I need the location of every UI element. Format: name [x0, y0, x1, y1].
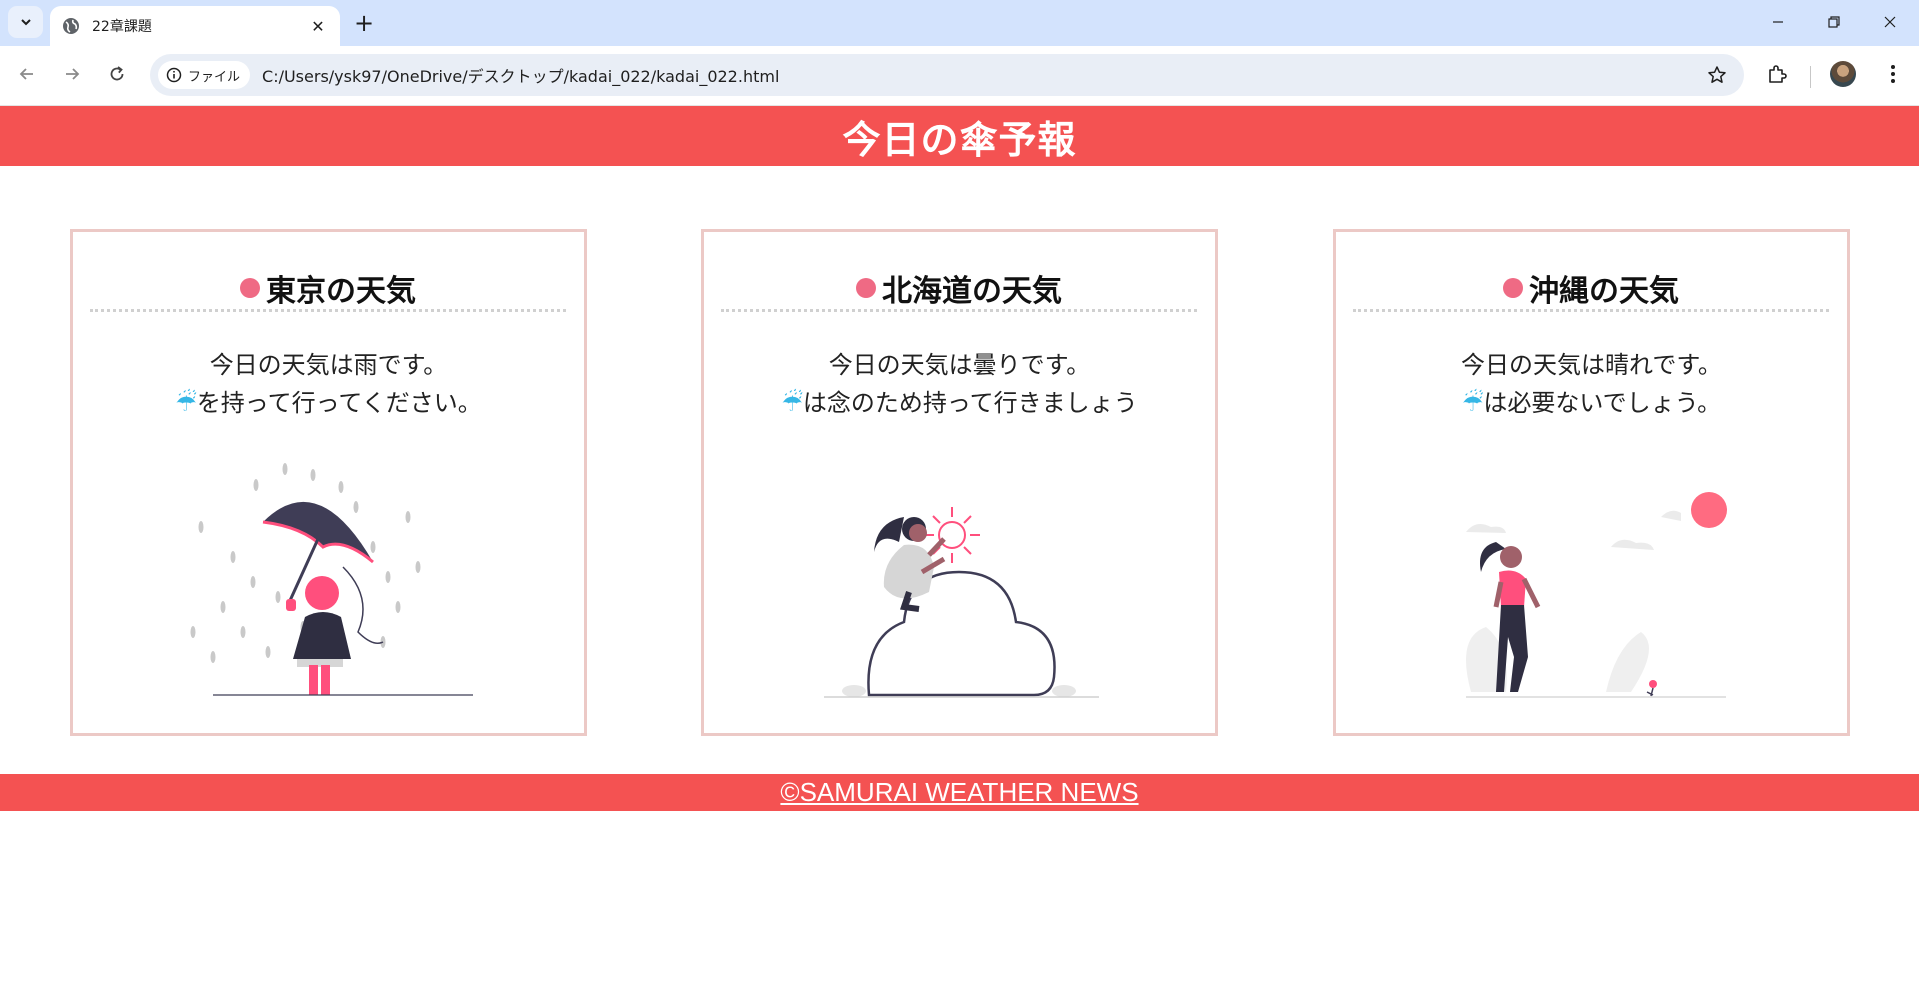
avatar — [1830, 61, 1856, 87]
bullet-dot-icon — [240, 277, 260, 298]
puzzle-icon — [1769, 65, 1787, 83]
close-icon — [1884, 16, 1896, 28]
umbrella-icon: ☔ — [175, 389, 197, 417]
tab-search-button[interactable] — [8, 6, 43, 38]
site-info-chip[interactable]: ファイル — [158, 61, 251, 89]
address-bar[interactable]: ファイル C:/Users/ysk97/OneDrive/デスクトップ/kada… — [150, 54, 1744, 96]
advice-text: を持って行ってください。 — [196, 389, 482, 417]
browser-tab[interactable]: 22章課題 ✕ — [50, 6, 340, 46]
tab-strip: 22章課題 ✕ + — [0, 0, 1919, 46]
star-icon — [1708, 66, 1726, 83]
bullet-dot-icon — [856, 277, 876, 298]
card-heading: 沖縄の天気 — [1353, 272, 1829, 312]
globe-icon — [63, 18, 79, 34]
reload-button[interactable] — [100, 57, 134, 91]
advice-text: は念のため持って行きましょう — [802, 389, 1138, 417]
restore-icon — [1828, 16, 1840, 28]
forward-button[interactable] — [55, 57, 89, 91]
minimize-button[interactable] — [1750, 0, 1806, 44]
card-title: 沖縄の天気 — [1529, 273, 1679, 309]
site-header: 今日の傘予報 — [0, 106, 1919, 166]
umbrella-icon: ☔ — [781, 389, 803, 417]
arrow-right-icon — [66, 68, 80, 80]
footer-copyright-link[interactable]: ©SAMURAI WEATHER NEWS — [780, 777, 1138, 808]
extensions-button[interactable] — [1760, 57, 1794, 91]
forecast-line-1: 今日の天気は晴れです。 — [1461, 351, 1722, 379]
url-text[interactable]: C:/Users/ysk97/OneDrive/デスクトップ/kadai_022… — [262, 63, 779, 87]
browser-toolbar: ファイル C:/Users/ysk97/OneDrive/デスクトップ/kada… — [0, 46, 1919, 106]
forecast-line-2: ☔を持って行ってください。 — [73, 384, 584, 422]
advice-text: は必要ないでしょう。 — [1483, 389, 1722, 417]
new-tab-button[interactable]: + — [350, 9, 378, 37]
woman-walking-sunny-illustration — [1466, 492, 1727, 698]
forecast-line-1: 今日の天気は曇りです。 — [828, 351, 1091, 379]
weather-card-tokyo: 東京の天気 今日の天気は雨です。 ☔を持って行ってください。 — [70, 229, 587, 736]
umbrella-icon: ☔ — [1461, 389, 1484, 417]
card-title: 東京の天気 — [266, 273, 416, 309]
woman-on-cloud-illustration — [824, 507, 1099, 698]
forecast-line-2: ☔は念のため持って行きましょう — [704, 384, 1215, 422]
forecast-text: 今日の天気は曇りです。 ☔は念のため持って行きましょう — [704, 346, 1215, 422]
card-heading: 東京の天気 — [90, 272, 566, 312]
minimize-icon — [1773, 21, 1783, 23]
toolbar-divider — [1810, 66, 1811, 88]
close-window-button[interactable] — [1862, 0, 1918, 44]
card-title: 北海道の天気 — [882, 273, 1062, 309]
more-vertical-icon — [1891, 65, 1895, 83]
close-tab-icon[interactable]: ✕ — [304, 12, 332, 40]
menu-button[interactable] — [1876, 57, 1910, 91]
tab-title: 22章課題 — [92, 19, 152, 35]
girl-with-umbrella-illustration — [190, 463, 473, 696]
weather-card-okinawa: 沖縄の天気 今日の天気は晴れです。 ☔は必要ないでしょう。 — [1333, 229, 1850, 736]
arrow-left-icon — [19, 68, 33, 80]
reload-icon — [110, 66, 124, 81]
site-footer: ©SAMURAI WEATHER NEWS — [0, 774, 1919, 811]
weather-card-hokkaido: 北海道の天気 今日の天気は曇りです。 ☔は念のため持って行きましょう — [701, 229, 1218, 736]
bookmark-button[interactable] — [1704, 62, 1730, 88]
profile-button[interactable] — [1826, 57, 1860, 91]
chevron-down-icon — [20, 19, 31, 26]
forecast-text: 今日の天気は雨です。 ☔を持って行ってください。 — [73, 346, 584, 422]
back-button[interactable] — [10, 57, 44, 91]
bullet-dot-icon — [1503, 277, 1523, 298]
page-title: 今日の傘予報 — [842, 117, 1077, 162]
forecast-line-2: ☔は必要ないでしょう。 — [1336, 384, 1847, 422]
forecast-text: 今日の天気は晴れです。 ☔は必要ないでしょう。 — [1336, 346, 1847, 422]
info-icon — [166, 67, 182, 83]
restore-button[interactable] — [1806, 0, 1862, 44]
chip-label: ファイル — [188, 69, 241, 85]
card-heading: 北海道の天気 — [721, 272, 1197, 312]
forecast-line-1: 今日の天気は雨です。 — [209, 351, 448, 379]
sun-icon — [1691, 492, 1727, 528]
